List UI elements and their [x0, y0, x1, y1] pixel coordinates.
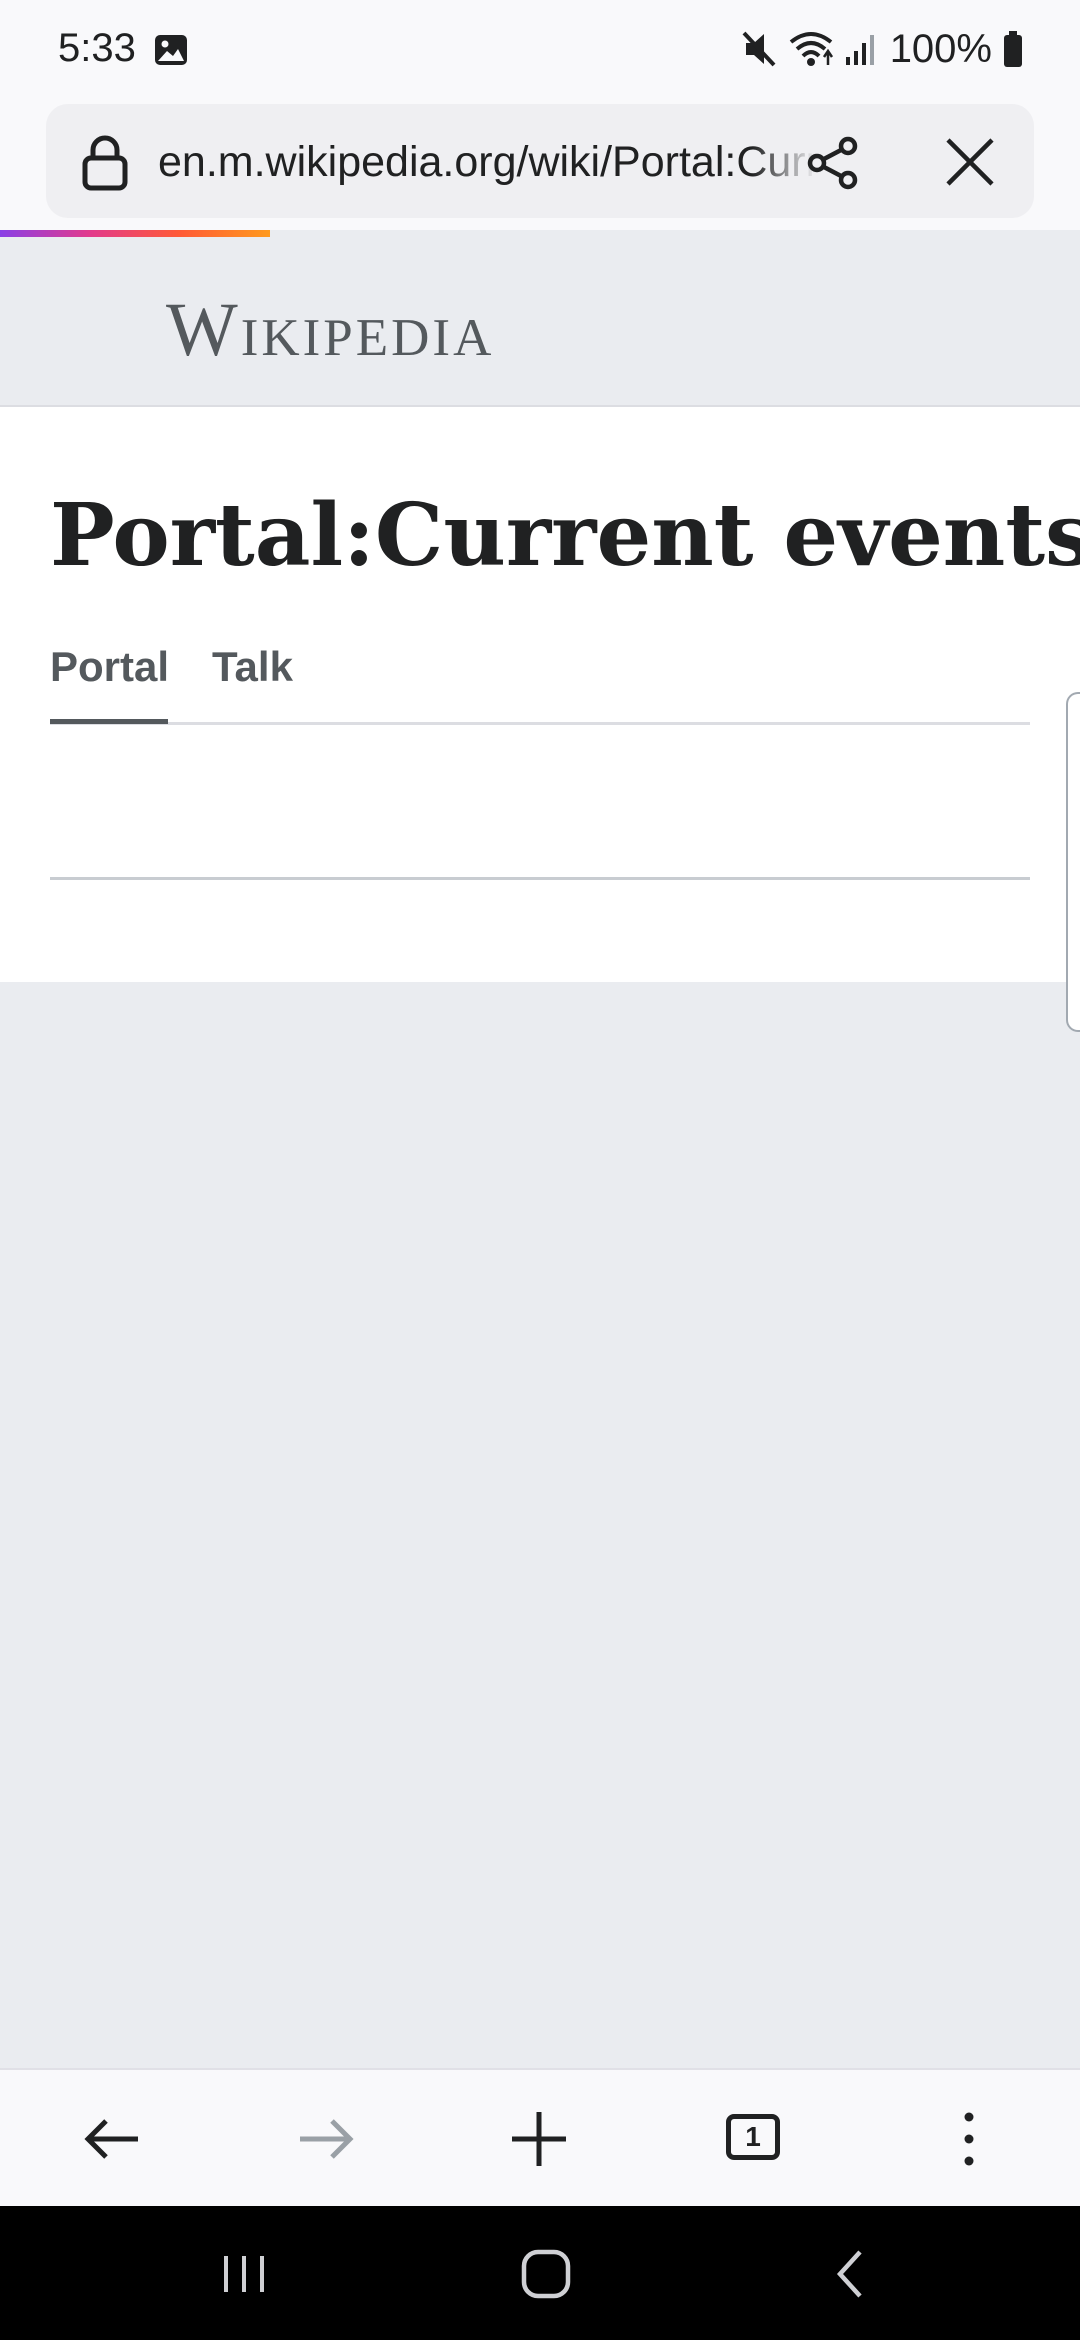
recent-apps-icon[interactable] — [212, 2242, 276, 2306]
signal-icon — [845, 35, 874, 65]
content-divider — [50, 877, 1030, 880]
plus-icon[interactable] — [504, 2104, 574, 2174]
page-title: Portal:Current events — [50, 485, 1080, 586]
battery-icon — [1004, 31, 1022, 67]
back-icon[interactable] — [818, 2242, 882, 2306]
tab-selected-indicator — [50, 719, 168, 724]
tab-portal[interactable]: Portal — [50, 643, 169, 691]
system-nav-bar — [0, 2206, 1080, 2340]
url-text[interactable]: en.m.wikipedia.org/wiki/Portal:Current_e… — [158, 134, 812, 190]
wikipedia-wordmark[interactable]: Wikipedia — [166, 287, 494, 374]
address-bar[interactable]: en.m.wikipedia.org/wiki/Portal:Current_e… — [46, 104, 1034, 218]
mute-icon — [742, 31, 776, 67]
tab-talk[interactable]: Talk — [212, 643, 293, 691]
forward-arrow-icon[interactable] — [290, 2104, 360, 2174]
lock-icon[interactable] — [78, 132, 132, 192]
status-time: 5:33 — [58, 26, 136, 70]
tabs-divider — [50, 722, 1030, 725]
wifi-icon — [789, 32, 833, 66]
share-icon[interactable] — [804, 134, 862, 192]
close-icon[interactable] — [942, 134, 998, 190]
gallery-icon — [155, 35, 187, 65]
browser-toolbar: en.m.wikipedia.org/wiki/Portal:Current_e… — [0, 100, 1080, 230]
battery-percent: 100% — [889, 26, 992, 71]
more-vert-icon[interactable] — [934, 2104, 1004, 2174]
bottom-toolbar: 1 — [0, 2068, 1080, 2206]
scroll-handle[interactable] — [1066, 692, 1080, 1032]
status-bar: 5:33 100% — [0, 0, 1080, 100]
home-icon[interactable] — [514, 2242, 578, 2306]
tabs-button[interactable]: 1 — [718, 2104, 788, 2174]
page-load-progress — [0, 230, 270, 237]
tab-count: 1 — [726, 2114, 780, 2160]
wiki-header: Wikipedia — [0, 237, 1080, 407]
page-content: Portal:Current events Portal Talk — [0, 407, 1080, 982]
status-icons: 100% — [740, 24, 1024, 74]
back-arrow-icon[interactable] — [78, 2104, 148, 2174]
